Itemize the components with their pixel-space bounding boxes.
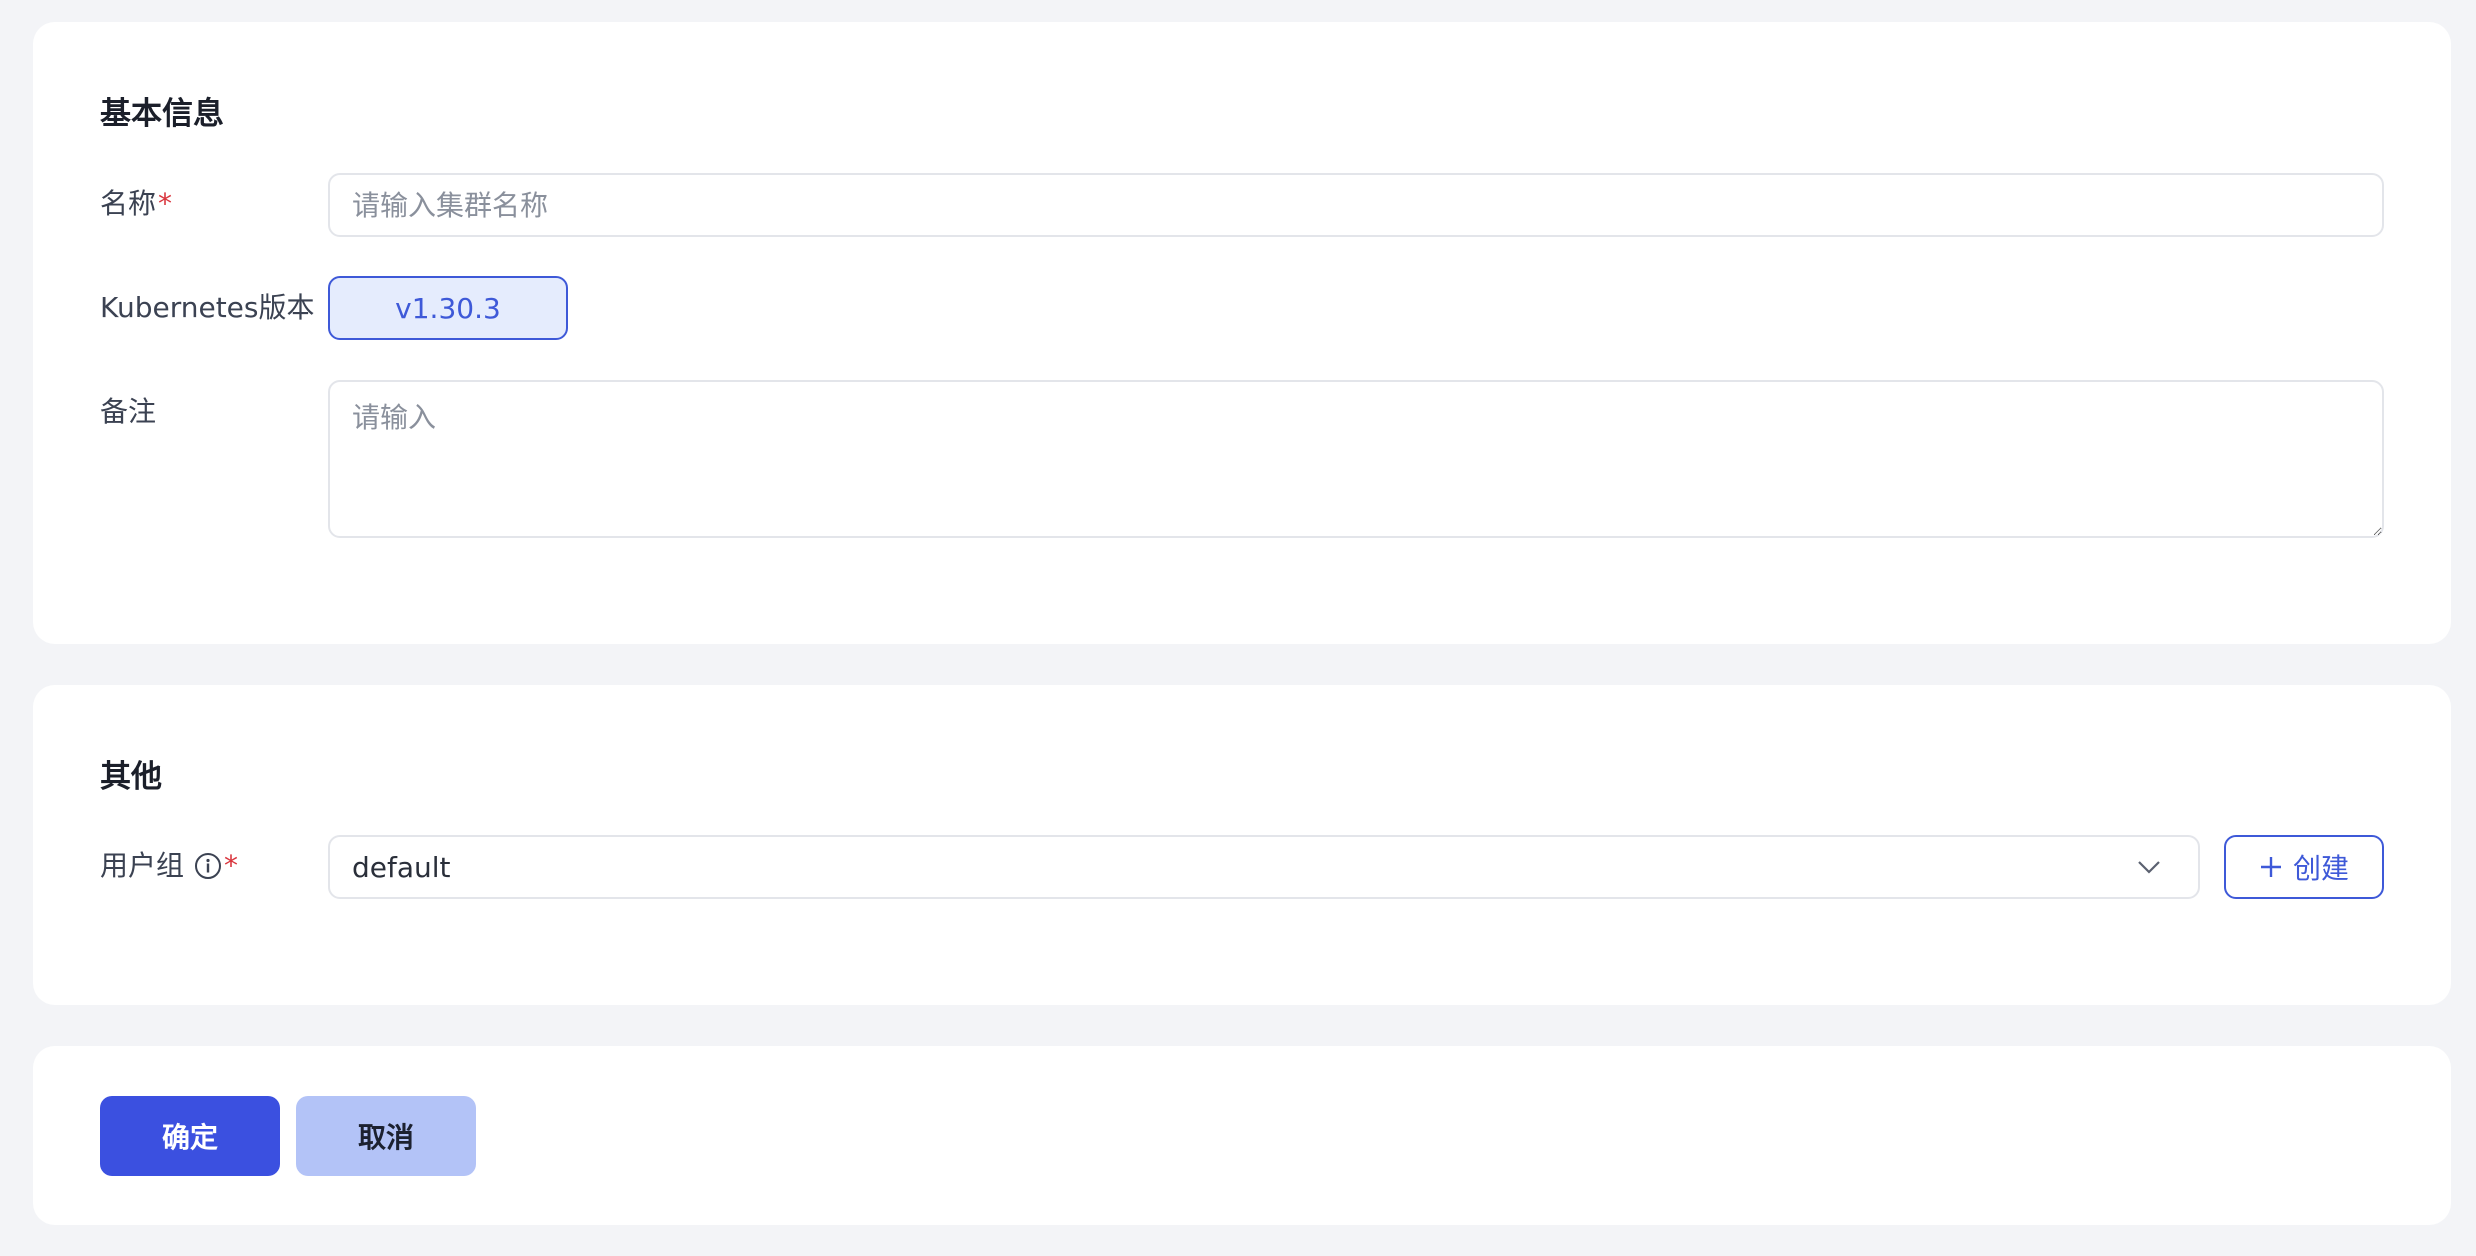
create-group-button[interactable]: 创建 xyxy=(2224,835,2384,899)
kubernetes-version-option[interactable]: v1.30.3 xyxy=(328,276,568,340)
cancel-button[interactable]: 取消 xyxy=(296,1096,476,1176)
basic-info-title: 基本信息 xyxy=(100,96,224,132)
other-card: 其他 用户组 * default 创建 xyxy=(33,685,2451,1005)
user-group-label-text: 用户组 xyxy=(100,849,185,882)
required-mark: * xyxy=(224,849,239,882)
kubernetes-version-value: v1.30.3 xyxy=(395,291,501,325)
basic-info-card: 基本信息 名称* Kubernetes版本 v1.30.3 备注 xyxy=(33,22,2451,644)
name-label: 名称* xyxy=(100,184,172,224)
name-label-text: 名称 xyxy=(100,187,157,220)
remark-textarea[interactable] xyxy=(328,380,2384,538)
other-title: 其他 xyxy=(100,759,162,795)
confirm-button[interactable]: 确定 xyxy=(100,1096,280,1176)
cluster-name-input[interactable] xyxy=(328,173,2384,237)
user-group-select[interactable]: default xyxy=(328,835,2200,899)
info-icon[interactable] xyxy=(194,852,222,880)
actions-card: 确定 取消 xyxy=(33,1046,2451,1225)
create-group-label: 创建 xyxy=(2292,852,2349,885)
kubernetes-version-label: Kubernetes版本 xyxy=(100,291,315,324)
user-group-select-value: default xyxy=(352,850,451,884)
plus-icon xyxy=(2260,857,2281,877)
chevron-down-icon xyxy=(2138,861,2160,874)
remark-label: 备注 xyxy=(100,395,157,428)
required-mark: * xyxy=(158,187,173,220)
user-group-label: 用户组 * xyxy=(100,846,238,886)
